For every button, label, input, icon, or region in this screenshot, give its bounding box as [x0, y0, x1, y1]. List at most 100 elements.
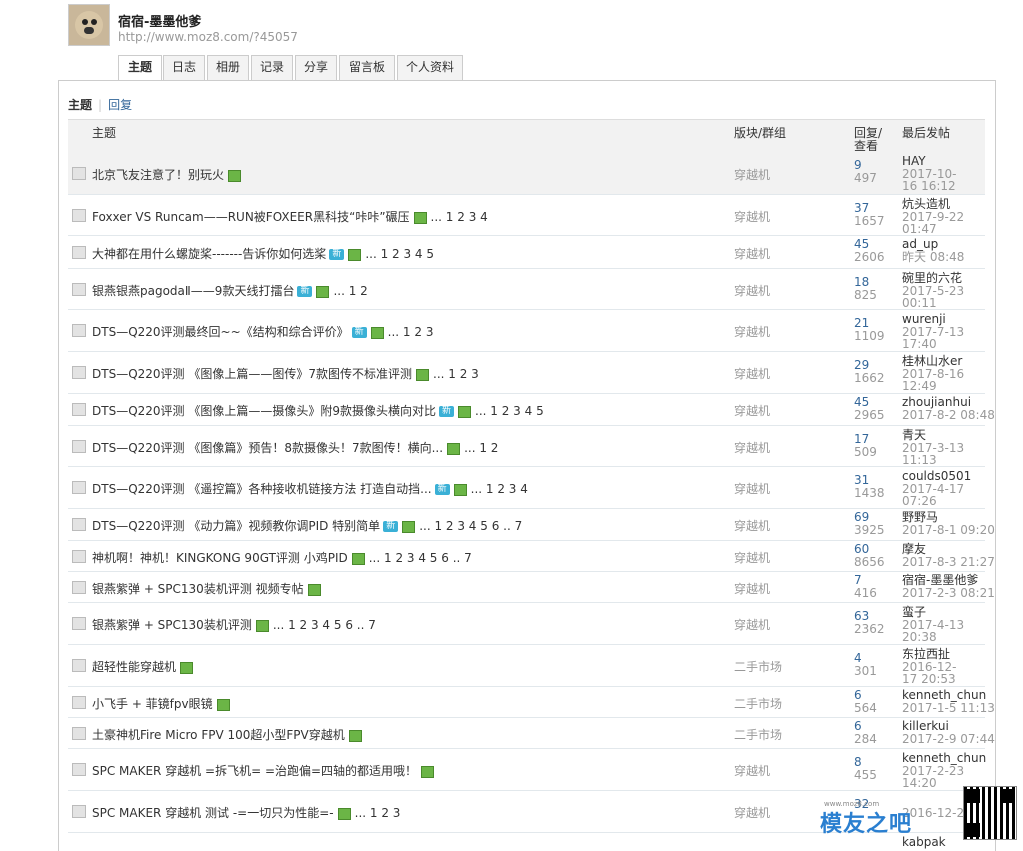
page-links[interactable]: ... 1 2 3 — [388, 325, 434, 339]
last-poster[interactable]: kenneth_chun — [902, 752, 986, 764]
forum-link[interactable]: 二手市场 — [734, 695, 782, 712]
table-row[interactable]: 银燕紫弹 + SPC130装机评测 ... 1 2 3 4 5 6 .. 7 穿越机… — [68, 602, 985, 645]
last-post-time[interactable]: 2017-8-1 09:20 — [902, 524, 995, 536]
topic-link[interactable]: DTS—Q220评测 《图像上篇——图传》7款图传不标准评测 — [92, 367, 412, 381]
reply-count[interactable]: 29 — [854, 359, 869, 371]
reply-count[interactable]: 45 — [854, 238, 869, 250]
topic-link[interactable]: 超轻性能穿越机 — [92, 660, 176, 674]
page-links[interactable]: ... 1 2 3 — [355, 806, 401, 820]
forum-link[interactable]: 穿越机 — [734, 365, 770, 382]
last-poster[interactable]: 东拉西扯 — [902, 648, 950, 660]
table-row[interactable]: DTS—Q220评测 《动力篇》视频教你调PID 特别简单新 ... 1 2 3 … — [68, 508, 995, 541]
page-links[interactable]: ... 1 2 — [464, 441, 498, 455]
forum-link[interactable]: 二手市场 — [734, 658, 782, 675]
last-post-time[interactable]: 2017-2-23 14:20 — [902, 765, 970, 789]
subnav-replies[interactable]: 回复 — [108, 98, 132, 112]
table-row[interactable]: Foxxer VS Runcam——RUN被FOXEER黑科技“咔咔”碾压...… — [68, 194, 985, 236]
topic-link[interactable]: 大神都在用什么螺旋桨-------告诉你如何选桨 — [92, 247, 326, 261]
page-links[interactable]: ... 1 2 3 4 — [471, 482, 528, 496]
forum-link[interactable]: 穿越机 — [734, 762, 770, 779]
table-row[interactable]: DTS—Q220评测 《图像上篇——图传》7款图传不标准评测 ... 1 2 3 穿… — [68, 351, 985, 394]
topic-link[interactable]: 神机啊！神机！KINGKONG 90GT评测 小鸡PID — [92, 551, 348, 565]
reply-count[interactable]: 60 — [854, 543, 869, 555]
table-row[interactable]: DTS—Q220评测 《图像上篇——摄像头》附9款摄像头横向对比新 ... 1 2… — [68, 393, 995, 426]
reply-count[interactable]: 63 — [854, 610, 869, 622]
last-poster[interactable]: HAY — [902, 155, 926, 167]
table-row[interactable]: DTS—Q220评测 《图像篇》预告！8款摄像头！7款图传！横向... ... 1… — [68, 425, 985, 467]
table-row[interactable]: 银燕银燕pagodaⅡ——9款天线打擂台新 ... 1 2 穿越机 18 825 碗里的六… — [68, 268, 985, 310]
reply-count[interactable]: 9 — [854, 159, 862, 171]
topic-link[interactable]: 银燕紫弹 + SPC130装机评测 视频专帖 — [92, 582, 304, 596]
table-row[interactable]: 神机啊！神机！KINGKONG 90GT评测 小鸡PID ... 1 2 3 4 … — [68, 540, 995, 572]
table-row[interactable]: 超轻性能穿越机 二手市场 4 301 东拉西扯 2016-12-17 20:53 — [68, 644, 985, 687]
last-poster[interactable]: 碗里的六花 — [902, 272, 962, 284]
forum-link[interactable]: 穿越机 — [734, 439, 770, 456]
last-poster[interactable]: 摩友 — [902, 543, 926, 555]
reply-count[interactable]: 31 — [854, 474, 869, 486]
forum-link[interactable]: 穿越机 — [734, 208, 770, 225]
forum-link[interactable]: 穿越机 — [734, 480, 770, 497]
reply-count[interactable]: 7 — [854, 574, 862, 586]
last-post-time[interactable]: 2017-8-2 08:48 — [902, 409, 995, 421]
reply-count[interactable]: 21 — [854, 317, 869, 329]
profile-name[interactable]: 宿宿-墨墨他爹 — [118, 11, 201, 30]
topic-link[interactable]: DTS—Q220评测 《动力篇》视频教你调PID 特别简单 — [92, 519, 380, 533]
partial-last-user[interactable]: kabpak — [902, 835, 946, 849]
topic-link[interactable]: DTS—Q220评测 《图像上篇——摄像头》附9款摄像头横向对比 — [92, 404, 436, 418]
forum-link[interactable]: 二手市场 — [734, 726, 782, 743]
forum-link[interactable]: 穿越机 — [734, 166, 770, 183]
reply-count[interactable]: 69 — [854, 511, 869, 523]
table-row[interactable]: DTS—Q220评测最终回~~《结构和综合评价》新 ... 1 2 3 穿越机 21 1… — [68, 309, 985, 352]
topic-link[interactable]: 银燕紫弹 + SPC130装机评测 — [92, 618, 252, 632]
page-links[interactable]: ... 1 2 3 4 5 — [365, 247, 434, 261]
tab-guestbook[interactable]: 留言板 — [339, 55, 395, 80]
page-links[interactable]: ... 1 2 3 4 5 6 .. 7 — [273, 618, 376, 632]
reply-count[interactable]: 37 — [854, 202, 869, 214]
last-post-time[interactable]: 2017-2-9 07:44 — [902, 733, 995, 745]
forum-link[interactable]: 穿越机 — [734, 323, 770, 340]
topic-link[interactable]: 北京飞友注意了！别玩火 — [92, 168, 224, 182]
forum-link[interactable]: 穿越机 — [734, 580, 770, 597]
last-poster[interactable]: ad_up — [902, 238, 938, 250]
last-poster[interactable]: zhoujianhui — [902, 396, 971, 408]
reply-count[interactable]: 6 — [854, 689, 862, 701]
reply-count[interactable]: 8 — [854, 756, 862, 768]
forum-link[interactable]: 穿越机 — [734, 282, 770, 299]
last-poster[interactable]: 炕头造机 — [902, 198, 950, 210]
topic-link[interactable]: 土豪神机Fire Micro FPV 100超小型FPV穿越机 — [92, 728, 345, 742]
tab-profile[interactable]: 个人资料 — [397, 55, 463, 80]
last-post-time[interactable]: 2017-8-3 21:27 — [902, 556, 995, 568]
table-row[interactable]: 银燕紫弹 + SPC130装机评测 视频专帖 穿越机 7 416 宿宿-墨墨他爹 2017… — [68, 571, 995, 603]
page-links[interactable]: ... 1 2 3 4 — [431, 210, 488, 224]
last-poster[interactable]: 蛮子 — [902, 606, 926, 618]
tab-share[interactable]: 分享 — [295, 55, 337, 80]
forum-link[interactable]: 穿越机 — [734, 549, 770, 566]
table-row[interactable]: 土豪神机Fire Micro FPV 100超小型FPV穿越机 二手市场 6 284 k… — [68, 717, 995, 749]
page-links[interactable]: ... 1 2 3 4 5 — [475, 404, 544, 418]
topic-link[interactable]: SPC MAKER 穿越机 测试 -=一切只为性能=- — [92, 806, 334, 820]
last-post-time[interactable]: 2017-1-5 11:13 — [902, 702, 995, 714]
last-post-time[interactable]: 2017-10-16 16:12 — [902, 168, 970, 192]
page-links[interactable]: ... 1 2 3 — [433, 367, 479, 381]
last-poster[interactable]: kenneth_chun — [902, 689, 986, 701]
last-post-time[interactable]: 昨天 08:48 — [902, 251, 964, 263]
last-poster[interactable]: wurenji — [902, 313, 946, 325]
forum-link[interactable]: 穿越机 — [734, 616, 770, 633]
last-poster[interactable]: killerkui — [902, 720, 949, 732]
table-row[interactable]: SPC MAKER 穿越机 =拆飞机= =治跑偏=四轴的都适用哦！ 穿越机 8 455… — [68, 748, 986, 791]
avatar[interactable] — [68, 4, 110, 46]
reply-count[interactable]: 17 — [854, 433, 869, 445]
tab-album[interactable]: 相册 — [207, 55, 249, 80]
reply-count[interactable]: 6 — [854, 720, 862, 732]
topic-link[interactable]: 银燕银燕pagodaⅡ——9款天线打擂台 — [92, 284, 294, 298]
topic-link[interactable]: Foxxer VS Runcam——RUN被FOXEER黑科技“咔咔”碾压 — [92, 210, 410, 224]
page-links[interactable]: ... 1 2 3 4 5 6 .. 7 — [369, 551, 472, 565]
last-poster[interactable]: coulds0501 — [902, 470, 971, 482]
last-poster[interactable]: 青天 — [902, 429, 926, 441]
tab-records[interactable]: 记录 — [251, 55, 293, 80]
topic-link[interactable]: DTS—Q220评测最终回~~《结构和综合评价》 — [92, 325, 349, 339]
reply-count[interactable]: 18 — [854, 276, 869, 288]
page-links[interactable]: ... 1 2 3 4 5 6 .. 7 — [419, 519, 522, 533]
profile-url[interactable]: http://www.moz8.com/?45057 — [118, 30, 298, 44]
last-post-time[interactable]: 2016-12-17 20:53 — [902, 661, 970, 685]
